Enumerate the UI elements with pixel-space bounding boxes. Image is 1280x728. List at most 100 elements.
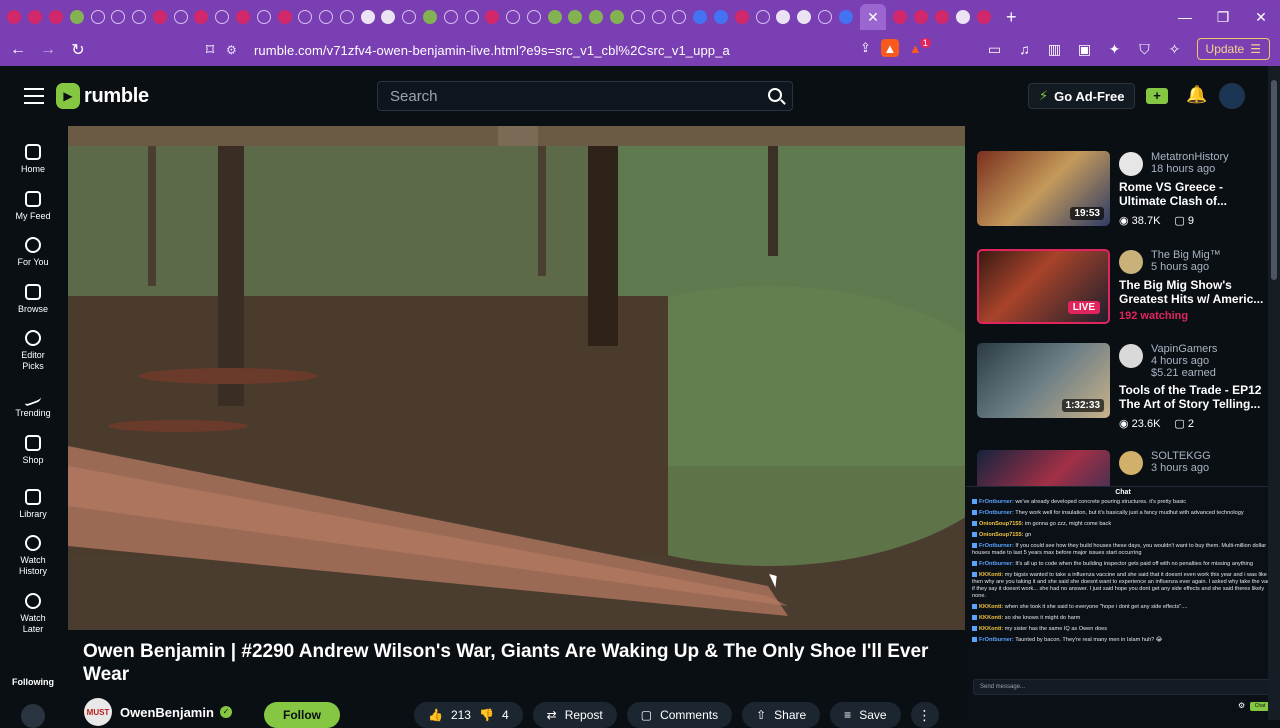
tab-favicon-youtube[interactable] (7, 10, 22, 24)
sidebar-item-browse[interactable]: Browse (0, 284, 66, 315)
tab-favicon-icon[interactable] (838, 10, 853, 24)
chat-messages[interactable]: FrOntburner: we've already developed con… (972, 499, 1272, 677)
channel-name[interactable]: VapinGamers (1151, 343, 1217, 355)
sidebar-item-watch-later[interactable]: Watch Later (0, 593, 66, 635)
tab-favicon-icon[interactable] (651, 10, 666, 24)
tab-favicon-icon[interactable] (672, 10, 687, 24)
sidebar-item-editor-picks[interactable]: Editor Picks (0, 330, 66, 372)
tab-favicon-icon[interactable] (914, 10, 929, 24)
minimize-icon[interactable]: — (1166, 0, 1204, 34)
video-thumbnail[interactable]: 1:32:33 (977, 343, 1110, 418)
tab-favicon-icon[interactable] (526, 10, 541, 24)
tab-favicon-icon[interactable] (506, 10, 521, 24)
tab-favicon-icon[interactable] (215, 10, 230, 24)
notifications-bell-icon[interactable]: 🔔 (1186, 85, 1207, 105)
tab-favicon-youtube[interactable] (976, 10, 991, 24)
tab-favicon-youtube[interactable] (934, 10, 949, 24)
vpn-icon[interactable]: ⛉ (1137, 41, 1153, 58)
tab-favicon-icon[interactable] (797, 10, 812, 24)
sidebar-item-my-feed[interactable]: My Feed (0, 191, 66, 222)
tab-favicon-icon[interactable] (256, 10, 271, 24)
page-scrollbar[interactable] (1268, 66, 1280, 720)
address-bar[interactable]: ⚙ rumble.com/v71zfv4-owen-benjamin-live.… (226, 38, 946, 62)
active-tab[interactable]: ✕ (860, 4, 887, 30)
reload-icon[interactable]: ↻ (66, 38, 90, 62)
search-input[interactable] (378, 82, 748, 110)
tab-favicon-icon[interactable] (630, 10, 645, 24)
chat-send-button[interactable]: Chat (1250, 702, 1270, 711)
close-window-icon[interactable]: ✕ (1242, 0, 1280, 34)
go-adfree-button[interactable]: ⚡ Go Ad-Free (1028, 83, 1136, 109)
channel-avatar[interactable] (1119, 152, 1143, 176)
bookmark-icon[interactable]: ⌑ (198, 38, 222, 62)
video-player[interactable] (68, 126, 965, 630)
share-page-icon[interactable]: ⇪ (860, 40, 871, 56)
tab-favicon-icon[interactable] (402, 10, 417, 24)
back-icon[interactable]: ← (6, 38, 30, 62)
video-title[interactable]: Rome VS Greece - Ultimate Clash of... (1119, 180, 1267, 208)
extension-icon[interactable]: ✧ (1167, 41, 1183, 58)
close-icon[interactable]: ✕ (867, 9, 879, 26)
sidebar-item-library[interactable]: Library (0, 489, 66, 520)
tab-favicon-x[interactable] (339, 10, 354, 24)
brave-shields-icon[interactable]: ▲ (880, 39, 899, 57)
tab-favicon-icon[interactable] (734, 10, 749, 24)
tab-favicon-icon[interactable] (693, 10, 708, 24)
tab-favicon-x[interactable] (298, 10, 313, 24)
video-thumbnail[interactable] (977, 450, 1110, 486)
tab-favicon-icon[interactable] (443, 10, 458, 24)
tab-favicon-icon[interactable] (755, 10, 770, 24)
scrollbar-thumb[interactable] (1271, 80, 1277, 280)
chat-message-input[interactable]: Send message... (973, 679, 1273, 695)
tab-favicon-icon[interactable] (277, 10, 292, 24)
tab-favicon-icon[interactable] (485, 10, 500, 24)
sidebar-item-for-you[interactable]: For You (0, 237, 66, 268)
sidebar-item-watch-history[interactable]: Watch History (0, 535, 66, 577)
channel-name[interactable]: MetatronHistory (1151, 151, 1229, 163)
tab-favicon-icon[interactable] (48, 10, 63, 24)
search-icon[interactable] (768, 88, 782, 102)
tab-favicon-rumble[interactable] (423, 10, 438, 24)
channel-avatar[interactable]: MUST (84, 698, 112, 726)
repost-button[interactable]: ⇄ Repost (532, 702, 617, 728)
follow-button[interactable]: Follow (264, 702, 340, 728)
save-button[interactable]: ≡ Save (830, 702, 901, 728)
tab-favicon-rumble[interactable] (547, 10, 562, 24)
share-button[interactable]: ⇧ Share (742, 702, 821, 728)
tab-favicon-icon[interactable] (235, 10, 250, 24)
music-icon[interactable]: ♫ (1017, 41, 1033, 57)
sidebar-item-home[interactable]: Home (0, 144, 66, 175)
tab-favicon-icon[interactable] (776, 10, 791, 24)
tab-favicon-icon[interactable] (173, 10, 188, 24)
tab-favicon-x[interactable] (381, 10, 396, 24)
video-title[interactable]: The Big Mig Show's Greatest Hits w/ Amer… (1119, 278, 1267, 306)
go-live-camera-icon[interactable]: + (1146, 88, 1168, 104)
tab-favicon-icon[interactable] (90, 10, 105, 24)
tab-favicon-google[interactable] (955, 10, 970, 24)
channel-name[interactable]: SOLTEKGG (1151, 450, 1211, 462)
gear-icon[interactable]: ⚙ (1238, 701, 1245, 710)
comments-button[interactable]: ▢ Comments (626, 702, 733, 728)
channel-avatar[interactable] (1119, 451, 1143, 475)
tab-favicon-icon[interactable] (713, 10, 728, 24)
sidebar-icon[interactable]: ▥ (1047, 41, 1063, 58)
tab-favicon-icon[interactable] (132, 10, 147, 24)
url-text[interactable]: rumble.com/v71zfv4-owen-benjamin-live.ht… (254, 43, 730, 58)
sidebar-item-shop[interactable]: Shop (0, 435, 66, 466)
forward-icon[interactable]: → (36, 38, 60, 62)
hamburger-menu-icon[interactable] (24, 88, 44, 104)
sidebar-item-trending[interactable]: Trending (0, 385, 66, 419)
new-tab-button[interactable]: + (1006, 7, 1017, 28)
tab-favicon-icon[interactable] (464, 10, 479, 24)
channel-name[interactable]: The Big Mig™ (1151, 249, 1221, 261)
tab-favicon-x[interactable] (360, 10, 375, 24)
wallet-icon[interactable]: ▣ (1077, 41, 1093, 58)
channel-avatar[interactable] (1119, 344, 1143, 368)
video-thumbnail[interactable]: LIVE (977, 249, 1110, 324)
site-info-icon[interactable]: ⚙ (226, 43, 242, 57)
leo-ai-icon[interactable]: ✦ (1107, 41, 1123, 58)
tab-favicon-icon[interactable] (111, 10, 126, 24)
video-thumbnail[interactable]: 19:53 (977, 151, 1110, 226)
channel-name[interactable]: OwenBenjamin (120, 705, 214, 720)
channel-avatar[interactable] (1119, 250, 1143, 274)
